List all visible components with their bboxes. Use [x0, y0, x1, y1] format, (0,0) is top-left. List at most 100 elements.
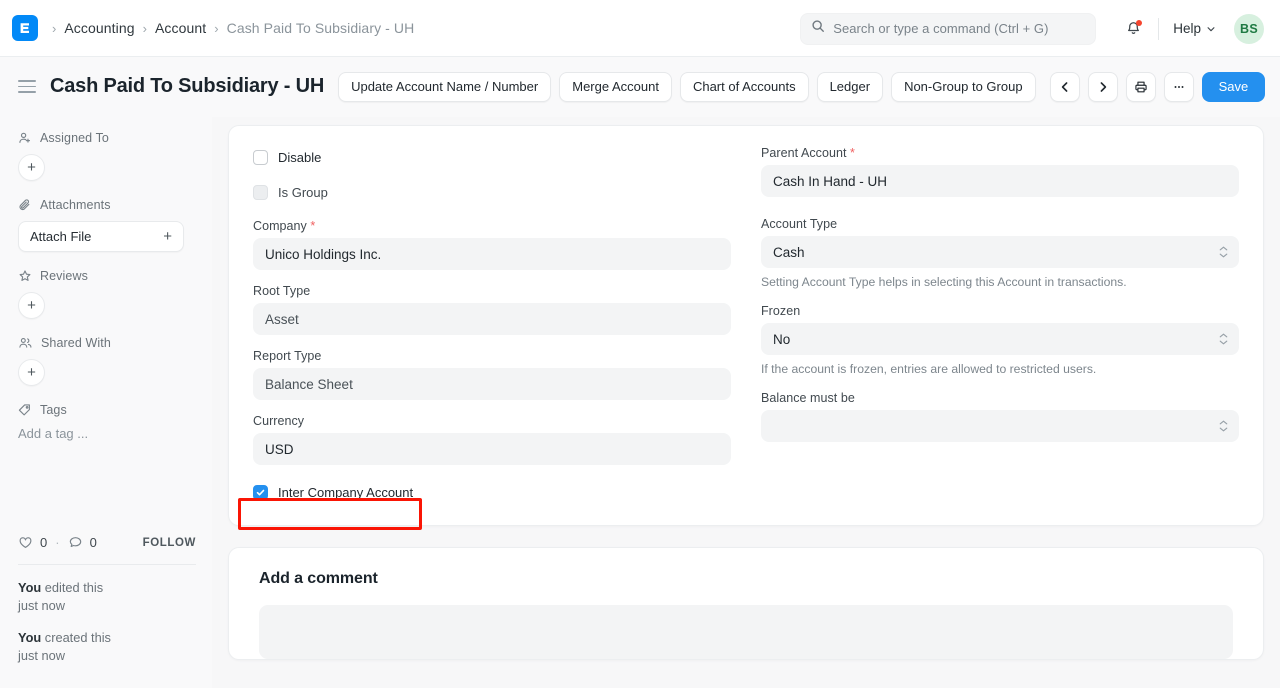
inter-company-account-checkbox[interactable] [253, 484, 268, 500]
page-title: Cash Paid To Subsidiary - UH [50, 75, 325, 97]
add-share-button[interactable]: + [18, 359, 45, 386]
help-menu[interactable]: Help [1173, 21, 1216, 36]
search-icon [811, 19, 825, 38]
select-caret-icon [1219, 246, 1228, 258]
frozen-select[interactable]: No [761, 323, 1239, 355]
merge-account-button[interactable]: Merge Account [559, 71, 672, 102]
ellipsis-icon [1174, 85, 1184, 88]
account-type-description: Setting Account Type helps in selecting … [761, 275, 1127, 289]
comment-icon[interactable] [68, 535, 83, 550]
is-group-checkbox[interactable] [253, 184, 268, 200]
top-navbar: › Accounting › Account › Cash Paid To Su… [0, 0, 1280, 57]
account-form-card: Disable Is Group Company * Unico Holding… [228, 125, 1264, 526]
sidebar-section-header: Attachments [18, 198, 196, 212]
company-label: Company * [253, 219, 316, 233]
disable-label: Disable [278, 149, 322, 165]
notifications-button[interactable] [1118, 14, 1148, 44]
balance-must-be-label: Balance must be [761, 391, 855, 405]
report-type-field: Report Type Balance Sheet [253, 349, 731, 400]
activity-item: You edited this just now [18, 579, 196, 615]
activity-action: edited this [41, 580, 104, 595]
is-group-label: Is Group [278, 184, 328, 200]
comment-count: 0 [89, 535, 97, 550]
required-marker: * [850, 146, 855, 160]
navbar-right-group: Search or type a command (Ctrl + G) Help… [800, 0, 1264, 57]
toolbar-actions: Update Account Name / Number Merge Accou… [338, 71, 1036, 102]
main-content: Disable Is Group Company * Unico Holding… [212, 117, 1280, 688]
add-review-button[interactable]: + [18, 292, 45, 319]
paperclip-icon [19, 199, 30, 211]
hamburger-icon[interactable] [18, 79, 36, 94]
sidebar-section-tags: Tags Add a tag ... [18, 403, 196, 441]
inter-company-account-field: Inter Company Account [253, 481, 731, 503]
sidebar-section-header: Assigned To [18, 131, 196, 145]
sidebar-divider [18, 564, 196, 565]
disable-checkbox[interactable] [253, 149, 268, 165]
frozen-description: If the account is frozen, entries are al… [761, 362, 1097, 376]
heart-icon[interactable] [18, 535, 33, 550]
plus-icon: + [163, 228, 172, 245]
sidebar-section-reviews: Reviews + [18, 269, 196, 319]
more-options-button[interactable] [1163, 71, 1194, 102]
printer-icon [1134, 81, 1147, 92]
activity-action: created this [41, 630, 111, 645]
previous-document-button[interactable] [1049, 71, 1080, 102]
sidebar-section-header: Reviews [18, 269, 196, 283]
chevron-down-icon [1207, 26, 1215, 31]
print-button[interactable] [1125, 71, 1156, 102]
notification-badge [1136, 19, 1143, 26]
check-icon [256, 489, 265, 495]
parent-account-input[interactable]: Cash In Hand - UH [761, 165, 1239, 197]
currency-input[interactable]: USD [253, 433, 731, 465]
search-input[interactable]: Search or type a command (Ctrl + G) [800, 12, 1097, 45]
company-input[interactable]: Unico Holdings Inc. [253, 238, 731, 270]
chevron-left-icon [1061, 81, 1067, 92]
sidebar-footer: 0 · 0 FOLLOW You edited this just now Yo… [18, 535, 196, 679]
report-type-input[interactable]: Balance Sheet [253, 368, 731, 400]
breadcrumb-separator: › [214, 20, 219, 36]
page-toolbar: Cash Paid To Subsidiary - UH Update Acco… [0, 57, 1280, 117]
root-type-field: Root Type Asset [253, 284, 731, 335]
search-placeholder: Search or type a command (Ctrl + G) [833, 21, 1049, 36]
attach-file-button[interactable]: Attach File + [18, 221, 184, 252]
root-type-input[interactable]: Asset [253, 303, 731, 335]
breadcrumb-item-account[interactable]: Account [155, 20, 206, 36]
form-column-left: Disable Is Group Company * Unico Holding… [253, 146, 731, 503]
avatar[interactable]: BS [1234, 13, 1264, 44]
balance-must-be-select[interactable] [761, 410, 1239, 442]
breadcrumb-separator: › [142, 20, 147, 36]
save-button[interactable]: Save [1201, 71, 1266, 102]
disable-field: Disable [253, 146, 731, 168]
company-field: Company * Unico Holdings Inc. [253, 219, 731, 270]
ledger-button[interactable]: Ledger [816, 71, 884, 102]
erpnext-logo-icon[interactable] [12, 15, 38, 41]
help-label: Help [1173, 21, 1201, 36]
sidebar-section-header: Shared With [18, 336, 196, 350]
report-type-label: Report Type [253, 349, 322, 363]
sidebar-section-title: Assigned To [40, 131, 109, 145]
update-account-name-number-button[interactable]: Update Account Name / Number [338, 71, 552, 102]
breadcrumb-item-accounting[interactable]: Accounting [64, 20, 134, 36]
avatar-initials: BS [1240, 21, 1258, 36]
account-type-select[interactable]: Cash [761, 236, 1239, 268]
activity-time: just now [18, 648, 65, 663]
breadcrumb-item-current: Cash Paid To Subsidiary - UH [226, 20, 415, 36]
is-group-field: Is Group [253, 181, 731, 203]
frozen-value: No [773, 331, 791, 347]
chart-of-accounts-button[interactable]: Chart of Accounts [679, 71, 809, 102]
sidebar-section-assigned-to: Assigned To + [18, 131, 196, 181]
follow-button[interactable]: FOLLOW [143, 537, 196, 549]
select-caret-icon [1219, 333, 1228, 345]
next-document-button[interactable] [1087, 71, 1118, 102]
sidebar-section-title: Attachments [40, 198, 111, 212]
comment-card: Add a comment [228, 547, 1264, 660]
add-tag-input[interactable]: Add a tag ... [18, 426, 196, 441]
like-count: 0 [40, 535, 48, 550]
comment-input[interactable] [259, 605, 1233, 659]
add-assignment-button[interactable]: + [18, 154, 45, 181]
parent-account-field: Parent Account * Cash In Hand - UH [761, 146, 1239, 197]
inter-company-account-label: Inter Company Account [278, 484, 414, 500]
non-group-to-group-button[interactable]: Non-Group to Group [891, 71, 1036, 102]
sidebar-section-title: Reviews [40, 269, 88, 283]
attach-file-label: Attach File [30, 229, 92, 244]
